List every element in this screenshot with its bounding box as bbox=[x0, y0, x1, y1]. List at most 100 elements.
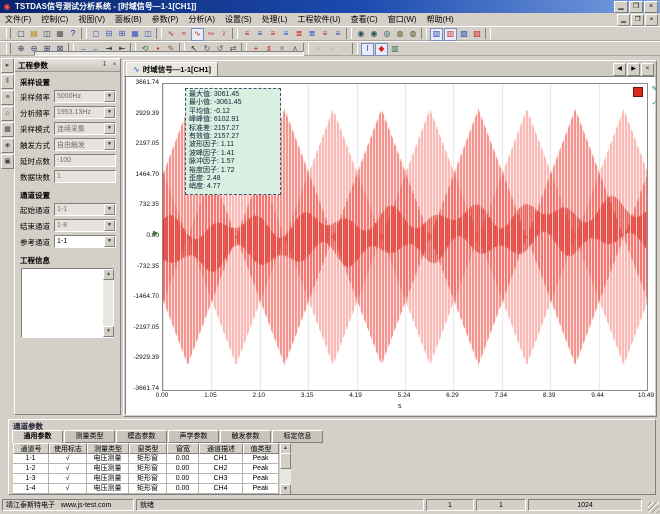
mdi-restore-button[interactable]: ❐ bbox=[631, 14, 644, 26]
help-icon[interactable]: ? bbox=[67, 28, 79, 40]
column-header[interactable]: 值类型 bbox=[243, 443, 279, 454]
time-wave-icon[interactable]: ∿ bbox=[165, 28, 177, 40]
stats-box[interactable]: 最大值: 3061.45最小值: -3061.45平均值: -0.12峰峰值: … bbox=[185, 88, 281, 195]
view-overlap-red-icon[interactable]: ▧ bbox=[471, 28, 483, 40]
level-bars-icon[interactable]: ▥ bbox=[389, 43, 401, 55]
project-info-textarea[interactable]: ▲ ▼ bbox=[21, 268, 114, 338]
cursor-list-red-1-icon[interactable]: ≡ bbox=[241, 28, 253, 40]
column-header[interactable]: 窗类型 bbox=[129, 443, 167, 454]
tab-prev-icon[interactable]: ◀ bbox=[613, 63, 626, 76]
layout-overlay-icon[interactable]: ◫ bbox=[142, 28, 154, 40]
layout-tile-vertical-icon[interactable]: ⊞ bbox=[116, 28, 128, 40]
menu-item-5[interactable]: 参数(P) bbox=[147, 15, 184, 24]
column-header[interactable]: 通道描述 bbox=[199, 443, 243, 454]
cursor-list-red-4-icon[interactable]: ≡ bbox=[319, 28, 331, 40]
chart-check-icon[interactable]: ✓ bbox=[650, 99, 659, 108]
param-select-0-2[interactable]: 连续采集▼ bbox=[54, 122, 116, 135]
export-2-icon[interactable]: ◍ bbox=[407, 28, 419, 40]
view-overlap-blue-icon[interactable]: ▧ bbox=[458, 28, 470, 40]
transfer-function-icon[interactable]: ∾ bbox=[205, 28, 217, 40]
export-1-icon[interactable]: ◍ bbox=[394, 28, 406, 40]
table-scrollbar[interactable]: ▲ ▼ bbox=[280, 443, 291, 495]
menu-item-1[interactable]: 文件(F) bbox=[0, 15, 36, 24]
menu-item-2[interactable]: 控制(C) bbox=[36, 15, 73, 24]
column-header[interactable]: 通道号 bbox=[13, 443, 49, 454]
selected-wave-icon[interactable]: ∿ bbox=[191, 28, 204, 41]
param-select-1-0[interactable]: 1-1▼ bbox=[54, 203, 116, 216]
layout-quad-icon[interactable]: ▦ bbox=[129, 28, 141, 40]
cursor-list-blue-1-icon[interactable]: ≡ bbox=[254, 28, 266, 40]
dock-list-icon[interactable]: ≡ bbox=[1, 90, 14, 105]
spectrum-wave-icon[interactable]: ≈ bbox=[178, 28, 190, 40]
menu-item-9[interactable]: 工程软件(U) bbox=[292, 15, 345, 24]
view-signal-icon[interactable]: ▥ bbox=[430, 28, 443, 41]
save-project-icon[interactable]: ◫ bbox=[41, 28, 53, 40]
tab-next-icon[interactable]: ▶ bbox=[627, 63, 640, 76]
tab-6[interactable]: 标定信息 bbox=[272, 430, 323, 443]
menu-item-10[interactable]: 查看(C) bbox=[346, 15, 383, 24]
diamond-marker-icon[interactable]: ◆ bbox=[375, 43, 388, 56]
table-row[interactable]: 1-4√电压测量矩形窗0.00CH4Peak bbox=[13, 484, 293, 494]
minimize-button[interactable]: ▁ bbox=[614, 1, 628, 13]
marker-b-icon[interactable]: ▫ bbox=[325, 43, 337, 55]
param-select-0-3[interactable]: 自由触发▼ bbox=[54, 138, 116, 151]
dock-panel-icon[interactable]: ▣ bbox=[1, 154, 14, 169]
close-button[interactable]: × bbox=[644, 1, 658, 13]
i-beam-icon[interactable]: I bbox=[361, 43, 374, 56]
scroll-thumb[interactable] bbox=[280, 453, 291, 469]
cursor-list-blue-2-icon[interactable]: ≡ bbox=[280, 28, 292, 40]
dock-run-icon[interactable]: ▸ bbox=[1, 58, 14, 73]
marker-c-icon[interactable]: ▫ bbox=[338, 43, 350, 55]
cross-spectrum-icon[interactable]: ≀ bbox=[218, 28, 230, 40]
scroll-up-icon[interactable]: ▲ bbox=[103, 269, 114, 280]
param-select-1-1[interactable]: 1-8▼ bbox=[54, 219, 116, 232]
param-input-0-5[interactable]: 1 bbox=[54, 170, 116, 183]
dock-grid-icon[interactable]: ▦ bbox=[1, 122, 14, 137]
cursor-list-red-2-icon[interactable]: ≡ bbox=[267, 28, 279, 40]
menu-item-7[interactable]: 设置(S) bbox=[220, 15, 257, 24]
resize-grip[interactable] bbox=[648, 502, 659, 513]
cursor-list-blue-3-icon[interactable]: ≣ bbox=[306, 28, 318, 40]
param-select-0-1[interactable]: 1953.13Hz▼ bbox=[54, 106, 116, 119]
zoom-in-icon[interactable]: ⊕ bbox=[15, 43, 27, 55]
column-header[interactable]: 窗宽 bbox=[167, 443, 199, 454]
cursor-list-red-3-icon[interactable]: ≣ bbox=[293, 28, 305, 40]
tab-5[interactable]: 触发参数 bbox=[220, 430, 271, 443]
report-3-icon[interactable]: ◎ bbox=[381, 28, 393, 40]
open-file-icon[interactable]: ▤ bbox=[28, 28, 40, 40]
tab-2[interactable]: 测量类型 bbox=[64, 430, 115, 443]
plot-marker-button[interactable] bbox=[633, 87, 643, 97]
dock-search-icon[interactable]: ◈ bbox=[1, 138, 14, 153]
marker-a-icon[interactable]: ▫ bbox=[312, 43, 324, 55]
dock-pause-icon[interactable]: ‖ bbox=[1, 74, 14, 89]
table-row[interactable]: 1-1√电压测量矩形窗0.00CH1Peak bbox=[13, 454, 293, 464]
dock-home-icon[interactable]: ⌂ bbox=[1, 106, 14, 121]
column-header[interactable]: 使用标志 bbox=[49, 443, 87, 454]
maximize-button[interactable]: ❐ bbox=[629, 1, 643, 13]
menu-item-8[interactable]: 处理(L) bbox=[257, 15, 293, 24]
mdi-close-button[interactable]: × bbox=[645, 14, 658, 26]
layout-single-window-icon[interactable]: ◻ bbox=[90, 28, 102, 40]
tab-3[interactable]: 模态参数 bbox=[116, 430, 167, 443]
view-record-icon[interactable]: ▥ bbox=[444, 28, 457, 41]
tab-close-icon[interactable]: × bbox=[641, 63, 654, 76]
app-icon[interactable]: ◉ bbox=[2, 2, 12, 12]
menu-item-12[interactable]: 帮助(H) bbox=[422, 15, 459, 24]
column-header[interactable]: 测量类型 bbox=[87, 443, 129, 454]
report-1-icon[interactable]: ◉ bbox=[355, 28, 367, 40]
param-select-1-2[interactable]: 1-1▼ bbox=[54, 235, 116, 248]
scroll-down-icon[interactable]: ▼ bbox=[103, 326, 114, 337]
tab-1[interactable]: 通用参数 bbox=[12, 430, 63, 444]
menu-item-4[interactable]: 面板(B) bbox=[110, 15, 147, 24]
print-icon[interactable]: ▦ bbox=[54, 28, 66, 40]
toolbar-grip[interactable] bbox=[6, 43, 11, 54]
chart-tab[interactable]: ∿ 时域信号—1-1[CH1] bbox=[126, 62, 218, 77]
report-2-icon[interactable]: ◉ bbox=[368, 28, 380, 40]
pin-icon[interactable]: ↧ bbox=[100, 61, 109, 70]
tab-4[interactable]: 声学参数 bbox=[168, 430, 219, 443]
chart-edit-icon[interactable]: ✎ bbox=[650, 85, 659, 94]
info-scrollbar[interactable]: ▲ ▼ bbox=[103, 269, 113, 337]
param-input-0-4[interactable]: -100 bbox=[54, 154, 116, 167]
new-file-icon[interactable]: ▢ bbox=[15, 28, 27, 40]
menu-item-6[interactable]: 分析(A) bbox=[183, 15, 220, 24]
